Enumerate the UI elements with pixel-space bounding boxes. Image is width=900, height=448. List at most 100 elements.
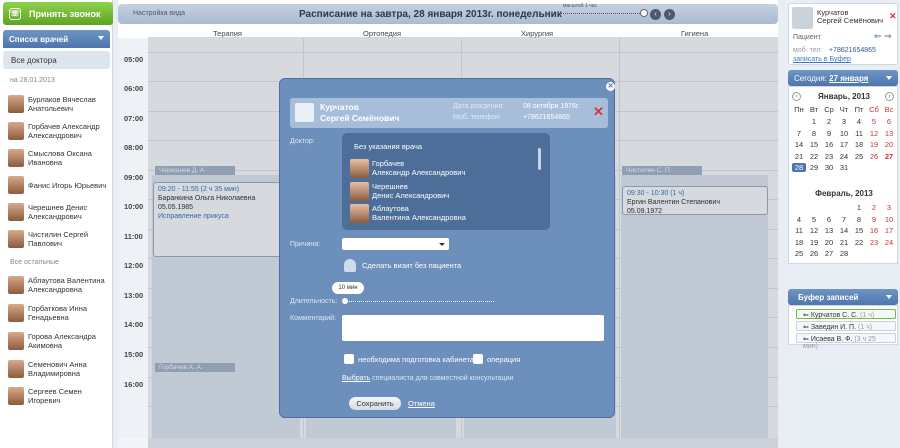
calendar-day[interactable]: 28	[837, 249, 851, 258]
buffer-item[interactable]: ⇐ Исаева В. Ф. (3 ч 25 мин)	[796, 333, 896, 350]
calendar-day[interactable]: 18	[792, 238, 806, 247]
close-icon[interactable]: ✕	[606, 82, 615, 91]
calendar-day[interactable]: 9	[822, 129, 836, 138]
calendar-day[interactable]: 3	[882, 203, 896, 212]
calendar-day[interactable]: 7	[792, 129, 806, 138]
today-header[interactable]: Сегодня: 27 января	[788, 70, 898, 86]
checkbox[interactable]	[473, 354, 483, 364]
doctor-item[interactable]: Черешнев Денис Александрович	[8, 201, 87, 223]
calendar-day[interactable]: 12	[867, 129, 881, 138]
calendar-day[interactable]: 26	[867, 152, 881, 161]
calendar-day[interactable]: 22	[852, 238, 866, 247]
calendar-day[interactable]: 2	[822, 117, 836, 126]
calendar-day[interactable]: 20	[822, 238, 836, 247]
all-doctors-item[interactable]: Все доктора	[3, 51, 110, 69]
next-month-icon[interactable]: ›	[885, 92, 894, 101]
calendar-day[interactable]: 1	[852, 203, 866, 212]
doctor-option[interactable]: Горбачев Александр Александрович	[350, 158, 465, 178]
calendar-day[interactable]: 1	[807, 117, 821, 126]
remove-patient-icon[interactable]: ✕	[593, 104, 604, 120]
calendar-day[interactable]: 16	[822, 140, 836, 149]
calendar-day[interactable]: 16	[867, 226, 881, 235]
to-buffer-link[interactable]: записать в Буфер	[793, 56, 851, 63]
calendar-day[interactable]: 19	[807, 238, 821, 247]
calendar-day[interactable]: 8	[852, 215, 866, 224]
calendar-day[interactable]: 23	[822, 152, 836, 161]
doctor-option[interactable]: Черешнев Денис Александрович	[350, 181, 449, 201]
doctor-item[interactable]: Фанис Игорь Юрьевич	[8, 174, 106, 196]
doctor-item[interactable]: Чистилин Сергей Павлович	[8, 228, 88, 250]
calendar-day[interactable]: 6	[822, 215, 836, 224]
calendar-day[interactable]: 21	[792, 152, 806, 161]
comment-field[interactable]	[342, 315, 604, 341]
cabinet-prep-checkbox[interactable]: необходима подготовка кабинета	[344, 354, 474, 364]
calendar-day[interactable]: 10	[837, 129, 851, 138]
duration-slider-handle[interactable]	[342, 298, 348, 304]
reason-select[interactable]	[342, 238, 449, 250]
calendar-day[interactable]: 30	[822, 163, 836, 172]
arrows-icon[interactable]: ⇐ ⇒	[874, 31, 892, 42]
calendar-day[interactable]: 5	[807, 215, 821, 224]
calendar-day[interactable]: 19	[867, 140, 881, 149]
no-doctor-option[interactable]: Без указания врача	[354, 142, 422, 151]
zoom-slider[interactable]	[561, 13, 646, 14]
checkbox[interactable]	[344, 354, 354, 364]
calendar-day[interactable]: 5	[867, 117, 881, 126]
doctor-item[interactable]: Смыслова Оксана Ивановна	[8, 147, 92, 169]
doctor-item[interactable]: Семенович Анна Владимировна	[8, 358, 87, 380]
accept-call-button[interactable]: ☏ Принять звонок	[3, 2, 113, 25]
prev-day-button[interactable]: ‹	[650, 9, 661, 20]
calendar-day[interactable]: 2	[867, 203, 881, 212]
calendar-day[interactable]: 11	[852, 129, 866, 138]
doctor-item[interactable]: Сергеев Семен Игоревич	[8, 385, 82, 407]
buffer-header[interactable]: Буфер записей	[788, 289, 898, 305]
calendar-day[interactable]: 25	[852, 152, 866, 161]
calendar-day[interactable]: 24	[882, 238, 896, 247]
calendar-day[interactable]: 3	[837, 117, 851, 126]
close-icon[interactable]: ✕	[889, 11, 897, 22]
calendar-day[interactable]: 4	[852, 117, 866, 126]
doctor-item[interactable]: Горбаткова Инна Генадьевна	[8, 302, 87, 324]
calendar-day[interactable]: 27	[882, 152, 896, 161]
calendar-day[interactable]: 28	[792, 163, 806, 172]
zoom-slider-handle[interactable]	[640, 9, 648, 17]
calendar-day[interactable]: 4	[792, 215, 806, 224]
doctor-item[interactable]: Горбачев Александр Александрович	[8, 120, 100, 142]
calendar-day[interactable]: 9	[867, 215, 881, 224]
prev-month-icon[interactable]: ‹	[792, 92, 801, 101]
calendar-day[interactable]: 29	[807, 163, 821, 172]
doctor-list-header[interactable]: Список врачей	[3, 30, 110, 48]
calendar-day[interactable]: 10	[882, 215, 896, 224]
calendar-day[interactable]: 25	[792, 249, 806, 258]
calendar-day[interactable]: 11	[792, 226, 806, 235]
calendar-day[interactable]: 15	[807, 140, 821, 149]
doctor-option[interactable]: Аблаутова Валентина Александровна	[350, 203, 466, 223]
calendar-day[interactable]: 13	[882, 129, 896, 138]
calendar-day[interactable]: 6	[882, 117, 896, 126]
calendar-day[interactable]: 7	[837, 215, 851, 224]
calendar-day[interactable]: 17	[882, 226, 896, 235]
scrollbar[interactable]	[538, 148, 541, 170]
calendar-day[interactable]: 18	[852, 140, 866, 149]
select-specialist-link[interactable]: Выбрать	[342, 375, 370, 382]
calendar-day[interactable]: 20	[882, 140, 896, 149]
doctor-item[interactable]: Аблаутова Валентина Александровна	[8, 274, 105, 296]
doctor-item[interactable]: Бурлаков Вячеслав Анатольевич	[8, 93, 96, 115]
buffer-item[interactable]: ⇐ Курчатов С. С. (1 ч)	[796, 309, 896, 319]
view-settings-link[interactable]: Настройка вида	[133, 10, 185, 17]
calendar-day[interactable]: 13	[822, 226, 836, 235]
calendar-day[interactable]: 31	[837, 163, 851, 172]
calendar-day[interactable]: 12	[807, 226, 821, 235]
calendar-day[interactable]: 17	[837, 140, 851, 149]
calendar-day[interactable]: 8	[807, 129, 821, 138]
calendar-day[interactable]: 24	[837, 152, 851, 161]
calendar-day[interactable]: 26	[807, 249, 821, 258]
calendar-day[interactable]: 14	[792, 140, 806, 149]
duration-slider[interactable]	[346, 301, 494, 302]
calendar-day[interactable]: 23	[867, 238, 881, 247]
next-day-button[interactable]: ›	[664, 9, 675, 20]
calendar-day[interactable]: 22	[807, 152, 821, 161]
calendar-day[interactable]: 21	[837, 238, 851, 247]
buffer-item[interactable]: ⇐ Заведин И. П. (1 ч)	[796, 321, 896, 331]
calendar-day[interactable]: 14	[837, 226, 851, 235]
